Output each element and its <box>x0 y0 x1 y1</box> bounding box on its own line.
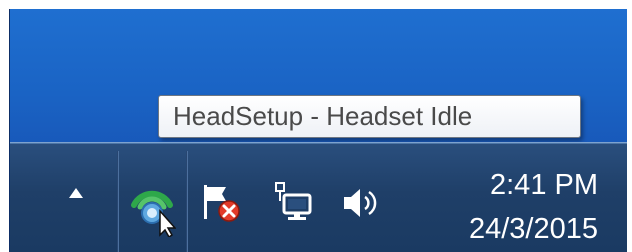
tray-separator <box>186 151 188 252</box>
volume-icon[interactable] <box>340 183 384 223</box>
clock-time: 2:41 PM <box>490 169 598 201</box>
clock[interactable]: 2:41 PM 24/3/2015 <box>430 163 598 251</box>
tray-separator <box>117 151 119 252</box>
screenshot-frame: HeadSetup - Headset Idle 2:41 PM 24/3/20… <box>9 9 627 252</box>
headsetup-icon[interactable] <box>128 177 176 237</box>
clock-date: 24/3/2015 <box>468 213 598 245</box>
tooltip-text: HeadSetup - Headset Idle <box>173 101 473 131</box>
taskbar: 2:41 PM 24/3/2015 <box>10 142 627 252</box>
network-icon[interactable] <box>274 181 318 225</box>
action-center-flag-icon[interactable] <box>200 181 244 225</box>
show-hidden-icons-arrow-icon[interactable] <box>68 187 84 199</box>
tray-tooltip: HeadSetup - Headset Idle <box>158 95 581 138</box>
